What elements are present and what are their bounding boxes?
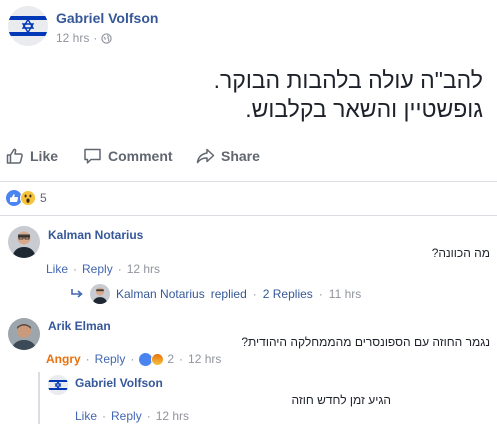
comment-actions: Like · Reply · 12 hrs <box>46 262 161 276</box>
reply-thread-line <box>38 372 40 424</box>
divider <box>0 215 497 216</box>
view-replies-link[interactable]: Kalman Notarius replied · 2 Replies · 11… <box>70 284 361 304</box>
comment-reactions[interactable]: 2 <box>139 352 174 366</box>
share-arrow-icon <box>196 148 215 164</box>
comment-time[interactable]: 12 hrs <box>127 262 160 276</box>
comment-text: מה הכוונה? <box>431 246 490 260</box>
post-body-line: להב"ה עולה בלהבות הבוקר. <box>213 67 483 93</box>
comment-actions: Angry · Reply · 2 · 12 hrs <box>46 352 222 366</box>
post-body-line: גופשטיין והשאר בקלבוש. <box>245 96 483 122</box>
comment-reply-link[interactable]: Reply <box>82 262 113 276</box>
commenter-avatar[interactable] <box>48 375 68 395</box>
commenter-name[interactable]: Arik Elman <box>48 319 111 333</box>
israel-flag-avatar-icon <box>48 375 68 395</box>
commenter-name[interactable]: Gabriel Volfson <box>75 376 163 390</box>
reactions-summary[interactable]: 5 <box>6 190 47 206</box>
reply-arrow-icon <box>71 289 83 298</box>
comment-text: נגמר החוזה עם הספונסרים מהממחלקה היהודית… <box>241 335 490 349</box>
post-header: Gabriel Volfson 12 hrs · <box>8 6 488 46</box>
comment-bubble-icon <box>84 148 101 164</box>
comment-button[interactable]: Comment <box>83 147 173 165</box>
commenter-avatar[interactable] <box>8 318 40 350</box>
comment: Kalman Notarius מה הכוונה? Like · Reply … <box>8 226 490 276</box>
author-avatar[interactable] <box>8 6 48 46</box>
person-photo-icon <box>90 284 110 304</box>
thumbs-up-icon <box>6 148 23 164</box>
angry-reaction-icon <box>151 352 165 366</box>
israel-flag-avatar-icon <box>8 6 48 46</box>
post-body: להב"ה עולה בלהבות הבוקר. גופשטיין והשאר … <box>13 66 483 124</box>
wow-reaction-icon <box>20 190 36 206</box>
comment-time[interactable]: 12 hrs <box>188 352 221 366</box>
reply-comment: Gabriel Volfson הגיע זמן לחדש חוזה Like … <box>48 375 490 424</box>
share-button[interactable]: Share <box>196 147 260 165</box>
post-time[interactable]: 12 hrs <box>56 31 89 45</box>
comment-like-link[interactable]: Like <box>75 409 97 423</box>
meta-separator: · <box>93 31 98 45</box>
reply-author-name: Kalman Notarius <box>116 287 205 301</box>
reaction-count: 5 <box>40 191 47 205</box>
commenter-name[interactable]: Kalman Notarius <box>48 228 143 242</box>
like-button[interactable]: Like <box>6 147 58 165</box>
person-photo-icon <box>8 318 40 350</box>
comment-reaction-count: 2 <box>167 352 175 366</box>
share-label: Share <box>221 148 260 164</box>
divider <box>0 181 497 182</box>
angry-reaction-label[interactable]: Angry <box>46 352 81 366</box>
reply-author-avatar <box>90 284 110 304</box>
like-label: Like <box>30 148 59 164</box>
replied-label: replied <box>210 287 247 301</box>
comment: Arik Elman נגמר החוזה עם הספונסרים מהממח… <box>8 318 490 368</box>
comment-actions: Like · Reply · 12 hrs <box>75 409 190 423</box>
replies-time: 11 hrs <box>328 287 362 301</box>
comment-like-link[interactable]: Like <box>46 262 68 276</box>
person-photo-icon <box>8 226 40 258</box>
post-author-name[interactable]: Gabriel Volfson <box>56 10 158 26</box>
globe-icon[interactable] <box>101 32 113 44</box>
comment-reply-link[interactable]: Reply <box>111 409 142 423</box>
commenter-avatar[interactable] <box>8 226 40 258</box>
post-action-bar: Like Comment Share <box>0 143 497 175</box>
comment-time[interactable]: 12 hrs <box>156 409 189 423</box>
replies-count: 2 Replies <box>262 287 313 301</box>
post-meta: 12 hrs · <box>56 31 113 45</box>
comment-label: Comment <box>108 148 173 164</box>
comment-text: הגיע זמן לחדש חוזה <box>291 393 391 407</box>
comment-reply-link[interactable]: Reply <box>95 352 126 366</box>
